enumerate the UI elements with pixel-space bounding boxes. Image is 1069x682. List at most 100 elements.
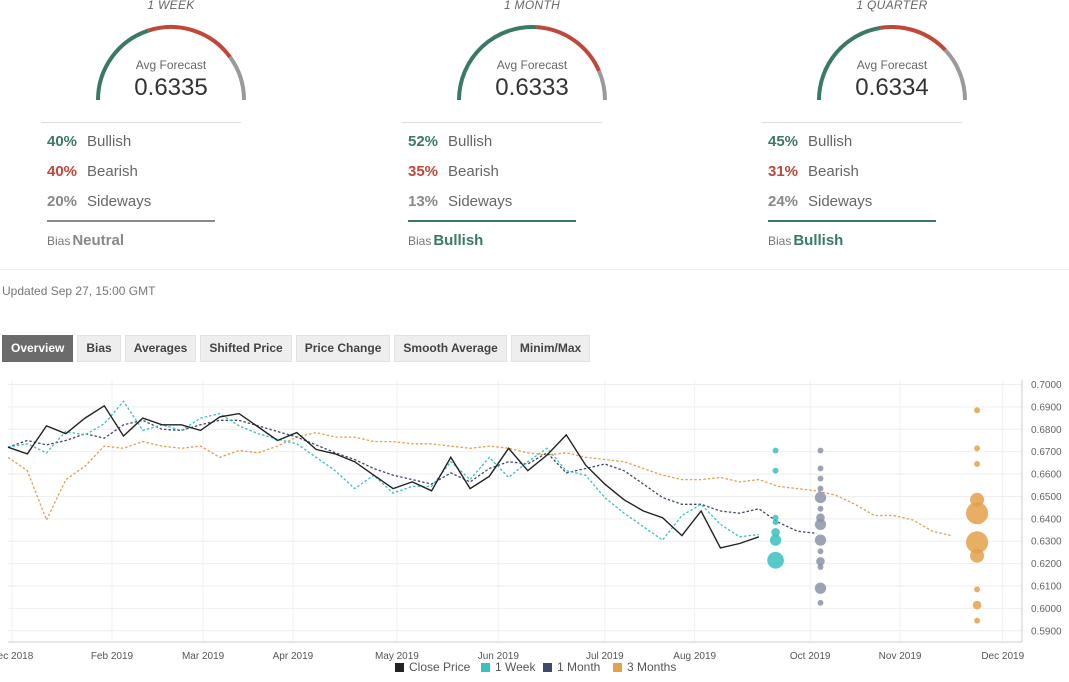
- legend-swatch: [613, 663, 622, 672]
- gauge-bearish-arc: [147, 25, 232, 59]
- x-tick-label: Apr 2019: [273, 651, 314, 662]
- forecast-point-1-week: [769, 534, 782, 546]
- gauge-period: 1 WEEK: [147, 0, 195, 12]
- y-tick-label: 0.7000: [1031, 380, 1062, 391]
- forecast-point-1-month: [814, 518, 827, 531]
- forecast-point-3-months: [974, 586, 981, 593]
- legend-swatch: [543, 663, 552, 672]
- sideways-label: Sideways: [87, 193, 152, 210]
- bearish-pct: 40%: [47, 163, 78, 180]
- bias-value: Neutral: [72, 232, 125, 249]
- avg-forecast-value: 0.6333: [495, 74, 569, 101]
- series-line-close-price: [7, 404, 760, 549]
- bullish-pct: 45%: [768, 133, 799, 150]
- tab-shifted-price[interactable]: Shifted Price: [200, 335, 292, 362]
- bias-value: Bullish: [433, 232, 484, 249]
- bearish-pct: 35%: [408, 163, 439, 180]
- card-divider: [402, 122, 602, 123]
- forecast-chart: 0.7000 0.6900 0.6800 0.6700 0.6600 0.6500 0.64…: [0, 380, 1062, 674]
- bias-row: Bias Bullish: [408, 232, 483, 250]
- sideways-pct: 20%: [47, 193, 78, 210]
- sideways-label: Sideways: [448, 193, 513, 210]
- bias-label: Bias: [408, 234, 432, 248]
- forecast-point-1-month: [817, 465, 824, 472]
- forecast-point-1-month: [817, 475, 824, 482]
- y-tick-label: 0.6800: [1031, 425, 1062, 436]
- forecast-point-1-month: [817, 447, 824, 454]
- sideways-pct: 13%: [408, 193, 439, 210]
- legend-swatch: [481, 663, 490, 672]
- forecast-point-3-months: [972, 600, 982, 610]
- updated-timestamp: Updated Sep 27, 15:00 GMT: [2, 284, 156, 298]
- forecast-point-1-month: [814, 534, 827, 546]
- bias-row: Bias Neutral: [47, 232, 124, 250]
- gauge-period: 1 QUARTER: [856, 0, 928, 12]
- legend-label: 3 Months: [627, 660, 676, 674]
- tab-minim-max[interactable]: Minim/Max: [510, 335, 591, 362]
- y-tick-label: 0.6600: [1031, 470, 1062, 481]
- tab-overview[interactable]: Overview: [2, 335, 74, 362]
- bullish-label: Bullish: [808, 133, 853, 150]
- tab-smooth-average[interactable]: Smooth Average: [394, 335, 507, 362]
- x-tick-label: Dec 2018: [0, 651, 34, 662]
- x-tick-label: Mar 2019: [182, 651, 225, 662]
- bearish-label: Bearish: [808, 163, 859, 180]
- forecast-point-3-months: [974, 461, 981, 467]
- avg-forecast-value: 0.6335: [134, 74, 208, 101]
- bearish-row: 40% Bearish: [47, 163, 138, 181]
- bullish-pct: 52%: [408, 133, 439, 150]
- forecast-point-1-month: [814, 582, 827, 594]
- forecast-point-3-months: [966, 502, 989, 525]
- tab-price-change[interactable]: Price Change: [295, 335, 391, 362]
- y-tick-label: 0.6700: [1031, 447, 1062, 458]
- bias-label: Bias: [47, 234, 71, 248]
- bearish-pct: 31%: [768, 163, 799, 180]
- bias-rule: [408, 220, 576, 222]
- y-tick-label: 0.6900: [1031, 402, 1062, 413]
- x-tick-label: Oct 2019: [790, 651, 831, 662]
- bias-row: Bias Bullish: [768, 232, 843, 250]
- forecast-point-1-week: [772, 467, 779, 474]
- x-tick-label: Nov 2019: [879, 651, 922, 662]
- forecast-point-1-month: [817, 599, 824, 606]
- section-divider: [0, 269, 1069, 270]
- bullish-row: 52% Bullish: [408, 133, 492, 151]
- forecast-point-3-months: [974, 445, 981, 452]
- forecast-point-1-month: [817, 485, 824, 492]
- forecast-point-1-month: [817, 564, 824, 570]
- legend-swatch: [395, 663, 404, 672]
- forecast-point-1-week: [767, 551, 784, 569]
- forecast-point-3-months: [974, 407, 981, 414]
- x-tick-label: Feb 2019: [91, 651, 134, 662]
- sideways-row: 13% Sideways: [408, 193, 512, 211]
- chart-tabs: Overview Bias Averages Shifted Price Pri…: [2, 335, 591, 362]
- forecast-point-1-month: [817, 548, 824, 555]
- forecast-point-1-month: [814, 491, 827, 504]
- avg-forecast-label: Avg Forecast: [856, 58, 928, 72]
- card-divider: [762, 122, 962, 123]
- y-tick-label: 0.6400: [1031, 514, 1062, 525]
- y-tick-label: 0.6200: [1031, 559, 1062, 570]
- x-tick-label: Dec 2019: [981, 651, 1024, 662]
- y-tick-label: 0.6500: [1031, 492, 1062, 503]
- legend-label: Close Price: [409, 660, 471, 674]
- bearish-row: 35% Bearish: [408, 163, 499, 181]
- bearish-row: 31% Bearish: [768, 163, 859, 181]
- series-line-1-month: [7, 419, 817, 535]
- forecast-point-3-months: [970, 548, 985, 563]
- tab-averages[interactable]: Averages: [124, 335, 197, 362]
- bullish-label: Bullish: [448, 133, 493, 150]
- forecast-point-1-week: [772, 519, 779, 526]
- y-tick-label: 0.6000: [1031, 604, 1062, 615]
- gauge-period: 1 MONTH: [503, 0, 561, 12]
- legend-label: 1 Week: [495, 660, 536, 674]
- tab-bias[interactable]: Bias: [77, 335, 121, 362]
- avg-forecast-value: 0.6334: [855, 74, 929, 101]
- y-tick-label: 0.6300: [1031, 537, 1062, 548]
- bearish-label: Bearish: [87, 163, 138, 180]
- gauge-bearish-arc: [880, 25, 947, 52]
- bullish-pct: 40%: [47, 133, 78, 150]
- x-tick-label: Aug 2019: [673, 651, 716, 662]
- bias-value: Bullish: [793, 232, 844, 249]
- bullish-row: 45% Bullish: [768, 133, 852, 151]
